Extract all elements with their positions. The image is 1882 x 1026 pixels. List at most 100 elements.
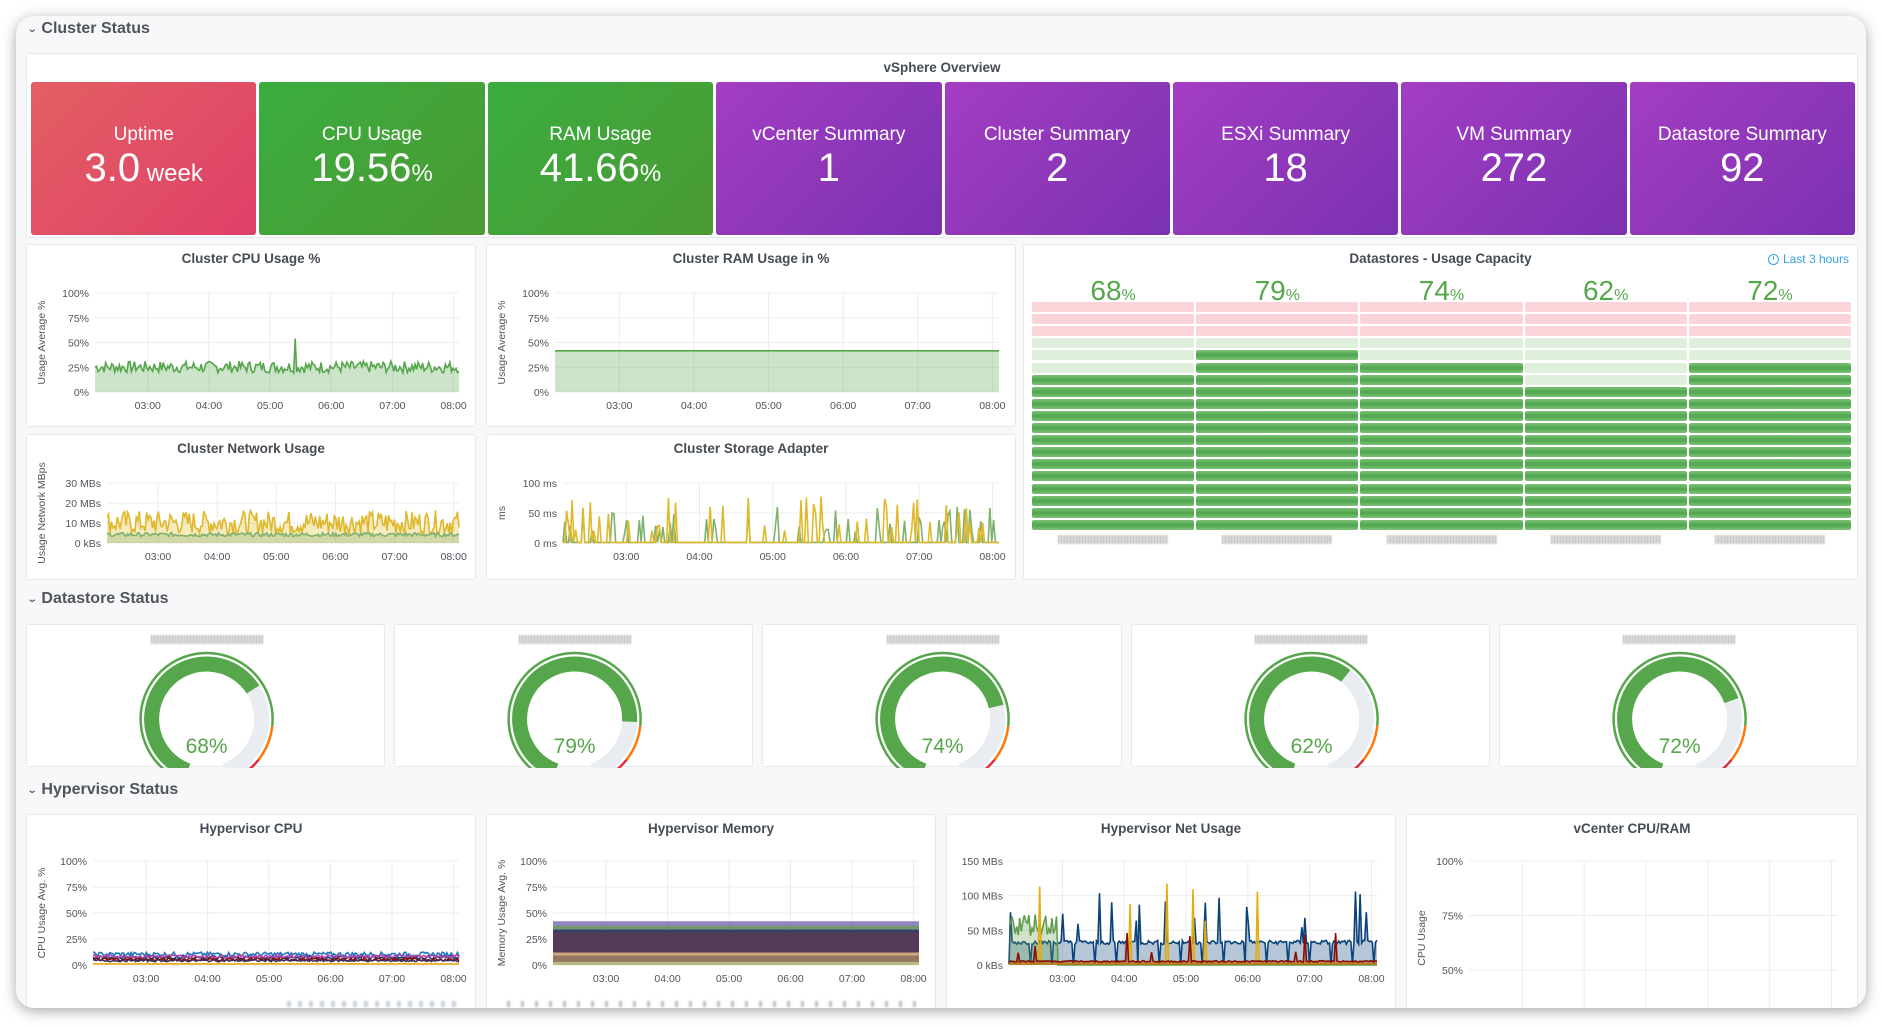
bar-gauge-segment (1360, 326, 1523, 337)
panel-hypervisor-cpu[interactable]: Hypervisor CPU 0% 25% 50% 75% 100% 03:00 04:00… (26, 814, 476, 1008)
gauge: 79% (507, 651, 643, 783)
bar-gauge-segment (1360, 410, 1523, 421)
section-toggle-datastore-status[interactable]: ⌄ Datastore Status (27, 590, 169, 608)
bar-gauge-segment (1360, 374, 1523, 385)
bar-gauge-segment (1524, 362, 1687, 373)
bar-gauge-segment (1196, 495, 1359, 506)
datastore-gauge-panel[interactable]: 72% (1498, 624, 1858, 783)
stat-number: 2 (1046, 146, 1069, 190)
bar-gauge-segment (1360, 398, 1523, 409)
y-tick-label: 25% (68, 362, 89, 374)
bar-gauge-segment (1196, 302, 1359, 312)
stat-label: vCenter Summary (752, 124, 906, 145)
datastore-name-redacted (1386, 534, 1497, 544)
bar-gauge-segment (1360, 423, 1523, 433)
bar-gauge-segment (1196, 483, 1359, 494)
stat-card-ram-usage[interactable]: RAM Usage 41.66% (487, 82, 714, 235)
datastore-gauge-panel[interactable]: 79% (394, 624, 754, 783)
stat-value: 2 (945, 146, 1170, 191)
x-tick-label: 04:00 (686, 551, 712, 563)
x-tick-label: 03:00 (133, 973, 159, 985)
bar-gauge-segment (1032, 386, 1195, 397)
section-toggle-hypervisor-status[interactable]: ⌄ Hypervisor Status (27, 781, 179, 799)
y-tick-label: 0 kBs (75, 538, 101, 550)
bar-gauge-segment (1196, 386, 1359, 397)
bar-gauge-segment (1196, 423, 1359, 433)
bar-gauge-segment (1032, 374, 1195, 385)
y-axis-label: CPU Usage (1416, 910, 1428, 966)
panel-cluster-storage[interactable]: Cluster Storage Adapter 0 ms 50 ms 100 ms 0… (486, 434, 1016, 580)
y-axis-label: Usage Average % (496, 301, 508, 385)
panel-vcenter-cpu-ram[interactable]: vCenter CPU/RAM 50% 75% 100% CPU Usage (1406, 814, 1858, 1008)
y-tick-label: 100% (520, 856, 547, 868)
bar-gauge-segment (1032, 423, 1195, 433)
section-toggle-cluster-status[interactable]: ⌄ Cluster Status (27, 20, 150, 38)
x-tick-label: 03:00 (145, 551, 171, 563)
stat-card-cluster-summary[interactable]: Cluster Summary 2 (944, 82, 1170, 235)
time-range-link[interactable]: Last 3 hours (1767, 252, 1849, 266)
bar-gauge-segment (1688, 471, 1851, 482)
y-tick-label: 100% (1436, 856, 1463, 868)
bar-gauge-segment (1688, 386, 1851, 397)
bar-gauge-segment (1360, 519, 1523, 530)
gauge: 74% (875, 651, 1011, 783)
y-tick-label: 25% (526, 934, 547, 946)
datastore-name-redacted (518, 635, 631, 644)
y-tick-label: 20 MBs (65, 498, 101, 510)
datastore-gauge-panel[interactable]: 68% (26, 624, 386, 783)
datastore-gauge-panel[interactable]: 74% (762, 624, 1122, 783)
panel-hypervisor-net[interactable]: Hypervisor Net Usage 0 kBs 50 MBs 100 MBs 1… (946, 814, 1396, 1008)
y-axis-label: Usage Average % (36, 301, 48, 385)
datastore-name-redacted (1550, 534, 1661, 544)
bar-gauge-segment (1196, 459, 1359, 470)
bar-gauge-segment (1032, 326, 1195, 337)
x-tick-label: 07:00 (379, 973, 405, 985)
stat-card-cpu-usage[interactable]: CPU Usage 19.56% (259, 82, 485, 235)
bar-gauge-segment (1688, 350, 1851, 361)
panel-hypervisor-memory[interactable]: Hypervisor Memory 0% 25% 50% 75% 100% 03:00 04… (486, 814, 936, 1008)
datastore-gauge-panel[interactable]: 62% (1130, 624, 1490, 783)
y-tick-label: 0 kBs (977, 960, 1003, 972)
y-tick-label: 50 MBs (967, 925, 1003, 937)
x-tick-label: 06:00 (1235, 973, 1261, 985)
stat-card-esxi-summary[interactable]: ESXi Summary 18 (1172, 82, 1399, 235)
y-tick-label: 75% (68, 313, 89, 325)
bar-gauge-segment (1196, 326, 1359, 337)
y-tick-label: 10 MBs (65, 518, 101, 530)
bar-gauge-segment (1688, 314, 1851, 325)
x-tick-label: 04:00 (654, 973, 680, 985)
bar-gauge-segment (1360, 507, 1523, 518)
stat-card-datastore-summary[interactable]: Datastore Summary 92 (1629, 82, 1855, 235)
cluster-storage-chart: 0 ms 50 ms 100 ms 03:00 04:00 05:00 06:00 07:00… (496, 478, 1006, 563)
gauge-value-label: 68% (186, 735, 228, 758)
stat-card-vm-summary[interactable]: VM Summary 272 (1401, 82, 1627, 235)
panel-cluster-ram[interactable]: Cluster RAM Usage in % 0% 25% 50% 75% 100% 03… (486, 244, 1016, 427)
x-tick-label: 08:00 (441, 551, 467, 563)
y-tick-label: 0% (72, 960, 87, 972)
panel-title: Hypervisor CPU (199, 821, 303, 836)
gauge-value-label: 72% (1658, 735, 1700, 758)
stat-card-vcenter-summary[interactable]: vCenter Summary 1 (716, 82, 942, 235)
y-tick-label: 0% (74, 387, 89, 399)
bar-gauge-segment (1688, 326, 1851, 337)
bar-gauge-segment (1032, 519, 1195, 530)
bar-gauge-segment (1524, 447, 1687, 458)
y-tick-label: 50 ms (528, 508, 557, 520)
y-tick-label: 100 ms (523, 478, 557, 490)
y-tick-label: 100% (62, 288, 89, 300)
stat-card-uptime[interactable]: Uptime 3.0 week (31, 82, 257, 235)
bar-gauge-segment (1524, 471, 1687, 482)
series-line-esxi-6 (92, 962, 460, 966)
panel-cluster-network[interactable]: Cluster Network Usage 0 kBs 10 MBs 20 MBs 3… (26, 434, 476, 580)
stat-number: 92 (1720, 146, 1765, 190)
bar-gauge-segment (1032, 338, 1195, 349)
panel-cluster-cpu[interactable]: Cluster CPU Usage % 0% 25% 50% 75% 100% 03:00… (26, 244, 476, 427)
bar-gauge-segment (1032, 362, 1195, 373)
x-tick-label: 05:00 (257, 400, 283, 412)
panel-datastores-usage-capacity[interactable]: Datastores - Usage Capacity Last 3 hours… (1023, 244, 1858, 580)
section-title: Datastore Status (41, 590, 169, 607)
bar-gauge-segment (1032, 507, 1195, 518)
bar-gauge-segment (1360, 302, 1523, 312)
bar-gauge-segment (1360, 314, 1523, 325)
gauge: 72% (1612, 651, 1747, 783)
